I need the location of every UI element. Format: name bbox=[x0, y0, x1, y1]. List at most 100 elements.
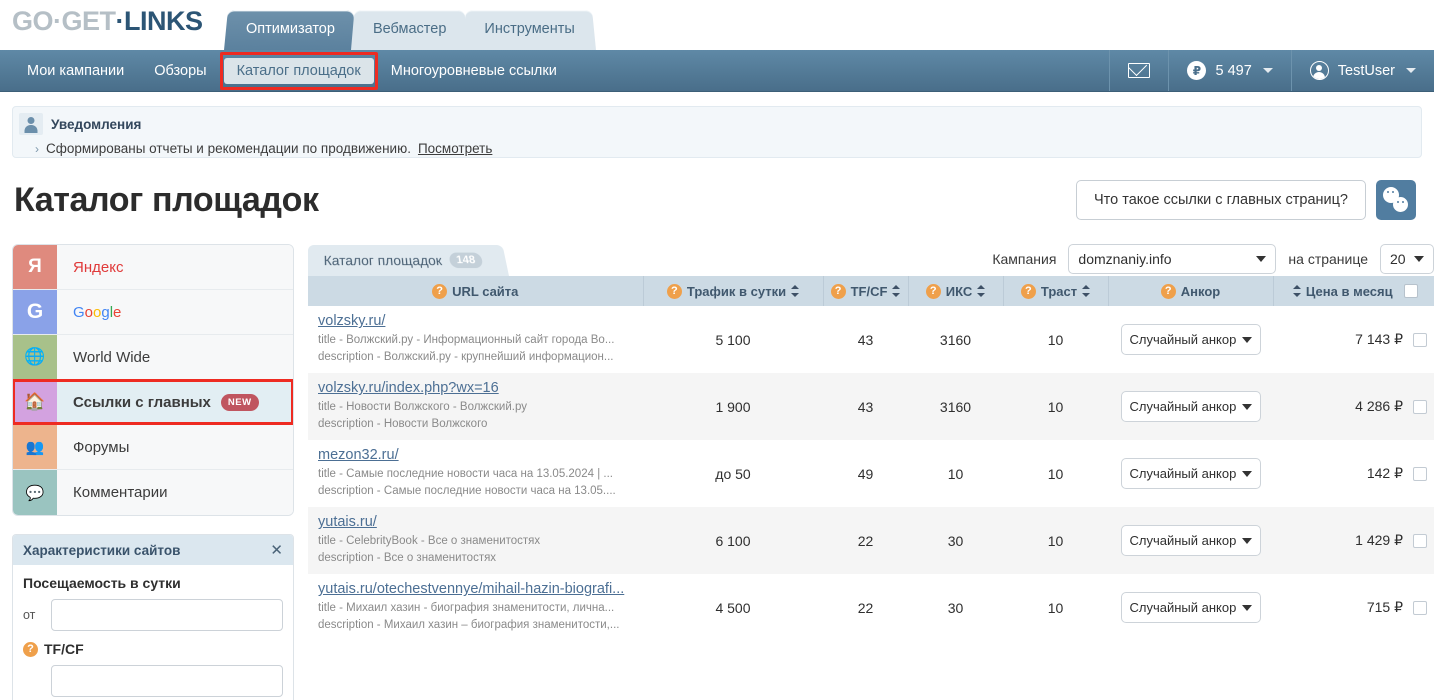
logo-go: GO bbox=[12, 6, 54, 36]
column-iks[interactable]: ? ИКС bbox=[908, 276, 1004, 306]
site-description: description - Михаил хазин – биография з… bbox=[318, 619, 620, 631]
table-area: Каталог площадок 148 Кампания domznaniy.… bbox=[308, 244, 1434, 700]
cell-iks: 3160 bbox=[939, 331, 972, 348]
tab-inner: Каталог площадок 148 bbox=[324, 252, 484, 269]
sidebar-item-world-wide[interactable]: 🌐 World Wide bbox=[13, 335, 293, 380]
top-tab-strip: Оптимизатор Вебмастер Инструменты bbox=[224, 8, 597, 50]
per-page-select[interactable]: 20 bbox=[1380, 244, 1434, 274]
sidebar-item-label: Ссылки с главных bbox=[73, 393, 211, 411]
table-body: volzsky.ru/ title - Волжский.ру - Информ… bbox=[308, 306, 1434, 641]
balance-menu[interactable]: ₽ 5 497 bbox=[1168, 50, 1290, 91]
sidebar: Я Яндекс G Google 🌐 World Wide 🏠 Ссылки … bbox=[12, 244, 294, 700]
user-menu[interactable]: TestUser bbox=[1290, 50, 1434, 91]
table-row[interactable]: yutais.ru/otechestvennye/mihail-hazin-bi… bbox=[308, 574, 1434, 641]
table-row[interactable]: volzsky.ru/index.php?wx=16 title - Новос… bbox=[308, 373, 1434, 440]
table-row[interactable]: mezon32.ru/ title - Самые последние ново… bbox=[308, 440, 1434, 507]
cell-trust: 10 bbox=[1047, 331, 1064, 348]
cell-iks: 30 bbox=[947, 532, 964, 549]
column-label: URL сайта bbox=[452, 283, 519, 299]
tfcf-from-input[interactable] bbox=[51, 665, 283, 697]
traffic-from-input[interactable] bbox=[51, 599, 283, 631]
column-trust[interactable]: ? Траст bbox=[1003, 276, 1109, 306]
campaign-select[interactable]: domznaniy.info bbox=[1068, 244, 1277, 274]
column-url[interactable]: ? URL сайта bbox=[308, 276, 644, 306]
help-icon[interactable]: ? bbox=[1020, 283, 1036, 299]
app-logo[interactable]: GO·GET·LINKS bbox=[12, 6, 203, 37]
from-label: от bbox=[23, 608, 36, 622]
column-label: Трафик в сутки bbox=[686, 283, 787, 299]
nav-item-site-catalog[interactable]: Каталог площадок bbox=[219, 51, 378, 90]
anchor-select[interactable]: Случайный анкор bbox=[1120, 592, 1261, 623]
chevron-right-icon: › bbox=[35, 142, 39, 156]
row-checkbox[interactable] bbox=[1413, 466, 1427, 481]
row-checkbox[interactable] bbox=[1413, 533, 1427, 548]
sidebar-item-homepage-links[interactable]: 🏠 Ссылки с главных NEW bbox=[13, 379, 293, 425]
tab-instrumenty[interactable]: Инструменты bbox=[462, 8, 597, 50]
sidebar-item-google[interactable]: G Google bbox=[13, 290, 293, 335]
cell-anchor: Случайный анкор bbox=[1108, 440, 1273, 507]
column-anchor[interactable]: ? Анкор bbox=[1108, 276, 1274, 306]
sort-icon[interactable] bbox=[977, 285, 986, 297]
sidebar-item-label-wrap: Комментарии bbox=[57, 470, 293, 515]
home-icon: 🏠 bbox=[13, 380, 57, 424]
site-url-link[interactable]: volzsky.ru/ bbox=[318, 313, 633, 329]
tab-optimizator[interactable]: Оптимизатор bbox=[224, 8, 357, 50]
table-row[interactable]: yutais.ru/ title - CelebrityBook - Все о… bbox=[308, 507, 1434, 574]
anchor-select[interactable]: Случайный анкор bbox=[1120, 324, 1261, 355]
help-icon[interactable]: ? bbox=[23, 641, 38, 657]
nav-item-multilevel-links[interactable]: Многоуровневые ссылки bbox=[378, 58, 570, 84]
site-url-link[interactable]: mezon32.ru/ bbox=[318, 447, 633, 463]
sort-icon[interactable] bbox=[1292, 285, 1301, 297]
column-label: Цена в месяц bbox=[1305, 283, 1393, 299]
tab-webmaster[interactable]: Вебмастер bbox=[350, 8, 469, 50]
select-all-checkbox[interactable] bbox=[1403, 284, 1418, 298]
row-checkbox[interactable] bbox=[1413, 399, 1427, 414]
sort-icon[interactable] bbox=[791, 285, 800, 297]
notification-link[interactable]: Посмотреть bbox=[418, 141, 492, 156]
site-url-link[interactable]: yutais.ru/otechestvennye/mihail-hazin-bi… bbox=[318, 581, 633, 597]
column-tfcf[interactable]: ? TF/CF bbox=[823, 276, 909, 306]
price-value: 4 286 ₽ bbox=[1355, 398, 1403, 414]
row-checkbox[interactable] bbox=[1413, 600, 1427, 615]
help-icon[interactable]: ? bbox=[432, 283, 448, 299]
chat-support-button[interactable] bbox=[1376, 180, 1416, 220]
google-icon: G bbox=[13, 290, 57, 334]
help-icon[interactable]: ? bbox=[830, 283, 846, 299]
site-url-link[interactable]: yutais.ru/ bbox=[318, 514, 633, 530]
notifications-panel: Уведомления › Сформированы отчеты и реко… bbox=[12, 106, 1422, 158]
cell-trust: 10 bbox=[1047, 599, 1064, 616]
users-icon: 👥 bbox=[13, 425, 57, 469]
sidebar-item-comments[interactable]: 💬 Комментарии bbox=[13, 470, 293, 515]
tab-site-catalog[interactable]: Каталог площадок 148 bbox=[308, 245, 510, 276]
chevron-down-icon bbox=[1256, 256, 1267, 262]
anchor-select[interactable]: Случайный анкор bbox=[1120, 391, 1261, 422]
help-icon[interactable]: ? bbox=[666, 283, 682, 299]
anchor-value: Случайный анкор bbox=[1129, 466, 1237, 481]
close-icon[interactable]: ✕ bbox=[270, 543, 283, 558]
column-traffic[interactable]: ? Трафик в сутки bbox=[643, 276, 824, 306]
row-checkbox[interactable] bbox=[1413, 332, 1427, 347]
tab-label: Оптимизатор bbox=[246, 21, 335, 37]
table-header-row: ? URL сайта ? Трафик в сутки ? TF/CF ? ИКС ?… bbox=[308, 276, 1434, 306]
cell-anchor: Случайный анкор bbox=[1108, 574, 1273, 641]
sort-icon[interactable] bbox=[1082, 285, 1091, 297]
anchor-select[interactable]: Случайный анкор bbox=[1120, 458, 1261, 489]
price-value: 715 ₽ bbox=[1366, 599, 1403, 615]
nav-item-overviews[interactable]: Обзоры bbox=[141, 58, 219, 84]
page-title-row: Каталог площадок Что такое ссылки с глав… bbox=[0, 158, 1434, 220]
help-icon[interactable]: ? bbox=[925, 283, 941, 299]
site-description: description - Волжский.ру - крупнейший и… bbox=[318, 351, 614, 363]
help-links-button[interactable]: Что такое ссылки с главных страниц? bbox=[1076, 180, 1366, 220]
sort-icon[interactable] bbox=[892, 285, 901, 297]
help-icon[interactable]: ? bbox=[1160, 283, 1176, 299]
notifications-header: Уведомления bbox=[13, 113, 1421, 135]
anchor-select[interactable]: Случайный анкор bbox=[1120, 525, 1261, 556]
column-price[interactable]: Цена в месяц bbox=[1273, 276, 1434, 306]
site-url-link[interactable]: volzsky.ru/index.php?wx=16 bbox=[318, 380, 633, 396]
messages-button[interactable] bbox=[1109, 50, 1168, 91]
sidebar-item-forums[interactable]: 👥 Форумы bbox=[13, 425, 293, 470]
sidebar-item-yandex[interactable]: Я Яндекс bbox=[13, 245, 293, 290]
cell-traffic: 1 900 bbox=[715, 398, 751, 415]
nav-item-my-campaigns[interactable]: Мои кампании bbox=[14, 58, 137, 84]
table-row[interactable]: volzsky.ru/ title - Волжский.ру - Информ… bbox=[308, 306, 1434, 373]
